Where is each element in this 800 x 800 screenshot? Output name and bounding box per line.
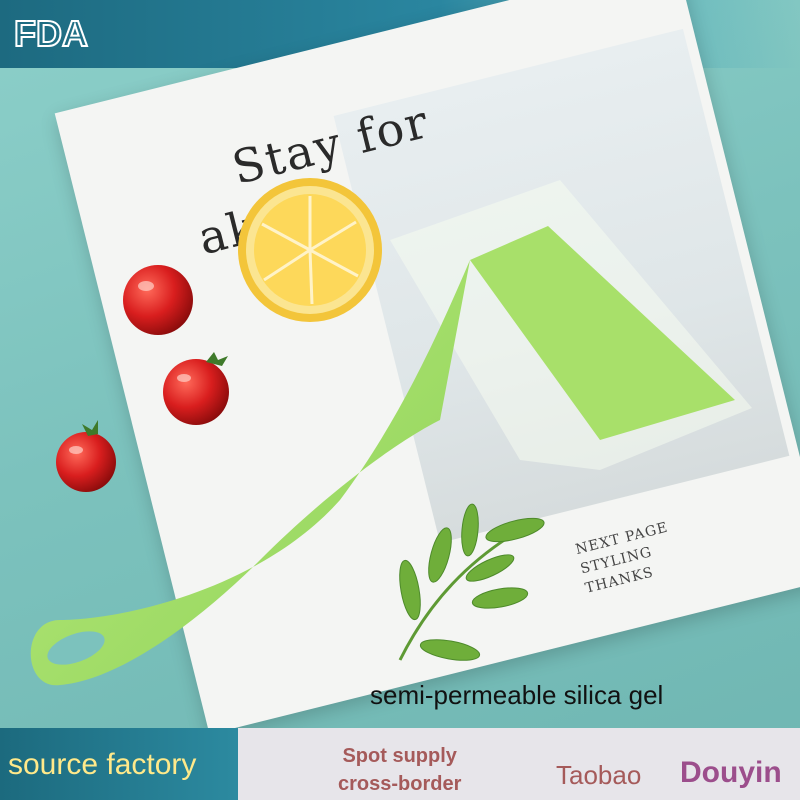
product-caption: semi-permeable silica gel (370, 680, 664, 710)
cherry-tomato-3 (56, 420, 116, 492)
cherry-tomato-2 (163, 352, 229, 425)
spot-supply-label: Spot supply cross-border (338, 745, 462, 795)
source-factory-label: source factory (8, 748, 197, 781)
cherry-tomato-1 (123, 265, 193, 335)
douyin-label: Douyin (680, 756, 782, 789)
silicone-spatula (30, 180, 752, 686)
leaf-sprig (398, 503, 545, 661)
product-photo: FDA Stay for akfast NEXT PAGE STYLING TH… (0, 0, 800, 800)
taobao-label: Taobao (556, 760, 642, 790)
lemon-slice (238, 178, 382, 322)
